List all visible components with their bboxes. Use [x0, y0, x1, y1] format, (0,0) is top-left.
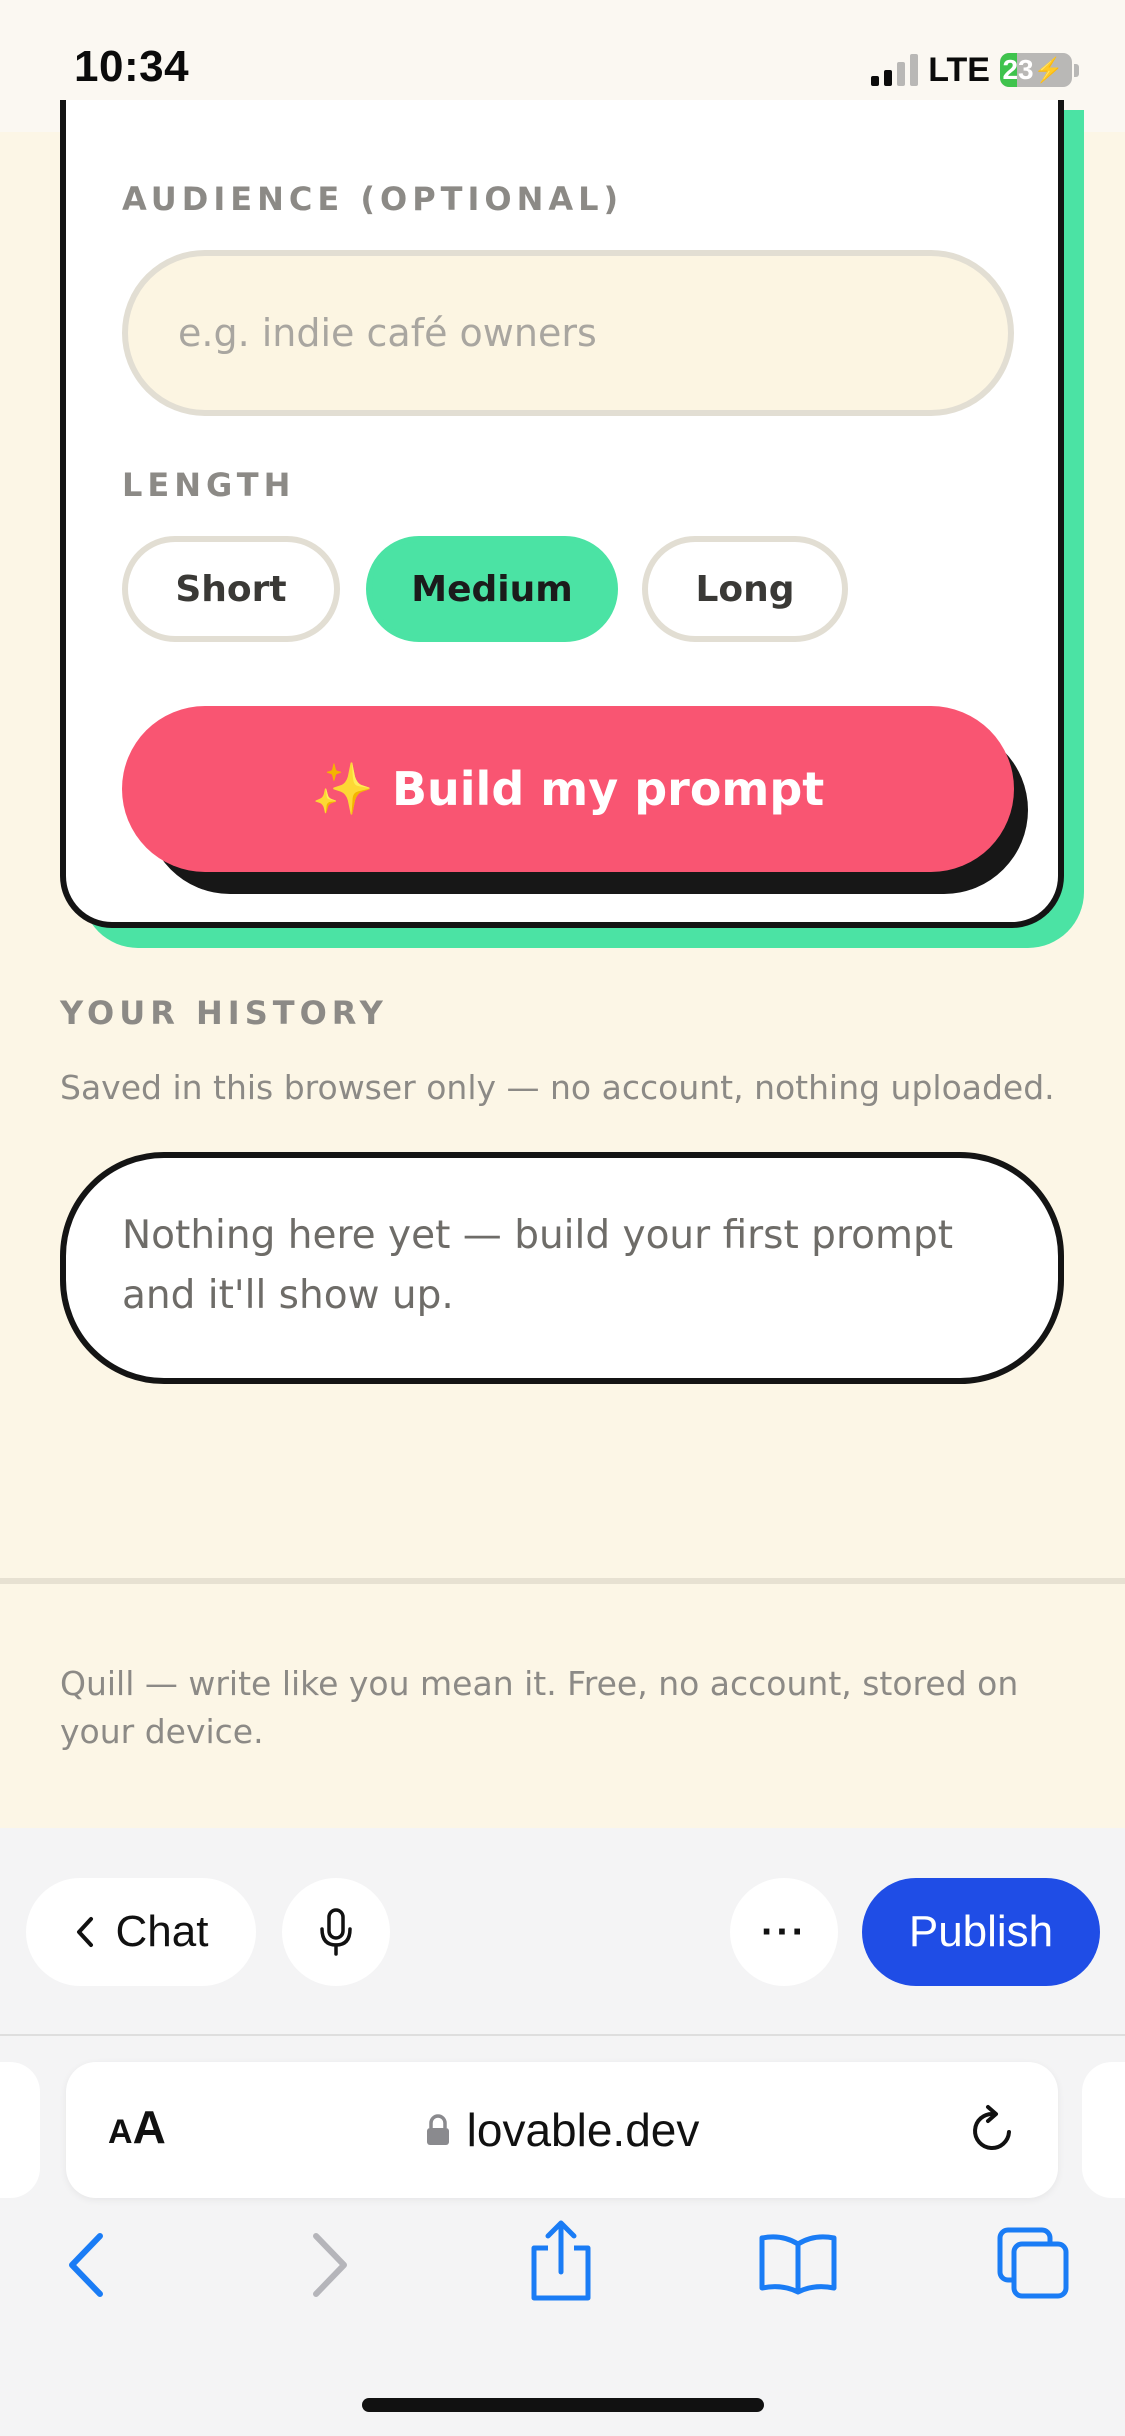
chevron-left-icon — [76, 1917, 93, 1947]
address-bar[interactable]: AA lovable.dev — [66, 2062, 1058, 2198]
more-button[interactable]: ··· — [730, 1878, 838, 1986]
network-type: LTE — [928, 50, 990, 89]
back-icon[interactable] — [64, 2230, 110, 2300]
sparkles-icon: ✨ — [311, 759, 374, 818]
status-time: 10:34 — [74, 42, 190, 91]
reload-icon[interactable] — [966, 2102, 1020, 2158]
lovable-toolbar: Chat ··· Publish — [0, 1828, 1125, 2034]
next-tab-peek[interactable] — [1082, 2062, 1125, 2198]
length-option-short[interactable]: Short — [122, 536, 340, 642]
footer-text: Quill — write like you mean it. Free, no… — [60, 1664, 1019, 1751]
url-text: lovable.dev — [466, 2104, 700, 2156]
share-icon[interactable] — [528, 2218, 594, 2304]
chat-label: Chat — [115, 1907, 209, 1956]
bookmarks-icon[interactable] — [758, 2232, 838, 2296]
audience-input[interactable] — [122, 250, 1014, 416]
tabs-icon[interactable] — [996, 2226, 1070, 2300]
status-indicators: LTE 23 ⚡ — [871, 50, 1079, 90]
battery-percent: 23 — [1002, 54, 1034, 85]
history-empty-state: Nothing here yet — build your first prom… — [60, 1152, 1064, 1384]
publish-button[interactable]: Publish — [862, 1878, 1100, 1986]
microphone-icon — [320, 1908, 352, 1956]
history-note: Saved in this browser only — no account,… — [60, 1068, 1055, 1107]
lock-icon — [426, 2114, 449, 2145]
audience-label: AUDIENCE (OPTIONAL) — [122, 180, 624, 218]
history-empty-text: Nothing here yet — build your first prom… — [122, 1213, 954, 1318]
build-prompt-button[interactable]: ✨ Build my prompt — [122, 706, 1014, 872]
signal-icon — [871, 54, 919, 86]
battery-icon: 23 ⚡ — [1000, 53, 1072, 87]
length-label: LENGTH — [122, 466, 296, 504]
prompt-form-card: AUDIENCE (OPTIONAL) LENGTH Short Medium … — [60, 100, 1064, 928]
previous-tab-peek[interactable] — [0, 2062, 40, 2198]
chat-button[interactable]: Chat — [26, 1878, 256, 1986]
more-icon: ··· — [761, 1909, 807, 1954]
history-title: YOUR HISTORY — [60, 994, 388, 1032]
forward-icon[interactable] — [306, 2230, 352, 2300]
footer-divider — [0, 1578, 1125, 1584]
home-indicator — [362, 2398, 764, 2412]
build-prompt-label: Build my prompt — [391, 762, 825, 816]
browser-chrome: AA lovable.dev — [0, 2034, 1125, 2436]
microphone-button[interactable] — [282, 1878, 390, 1986]
browser-nav-row — [0, 2218, 1125, 2328]
length-option-medium[interactable]: Medium — [366, 536, 618, 642]
length-option-long[interactable]: Long — [642, 536, 848, 642]
